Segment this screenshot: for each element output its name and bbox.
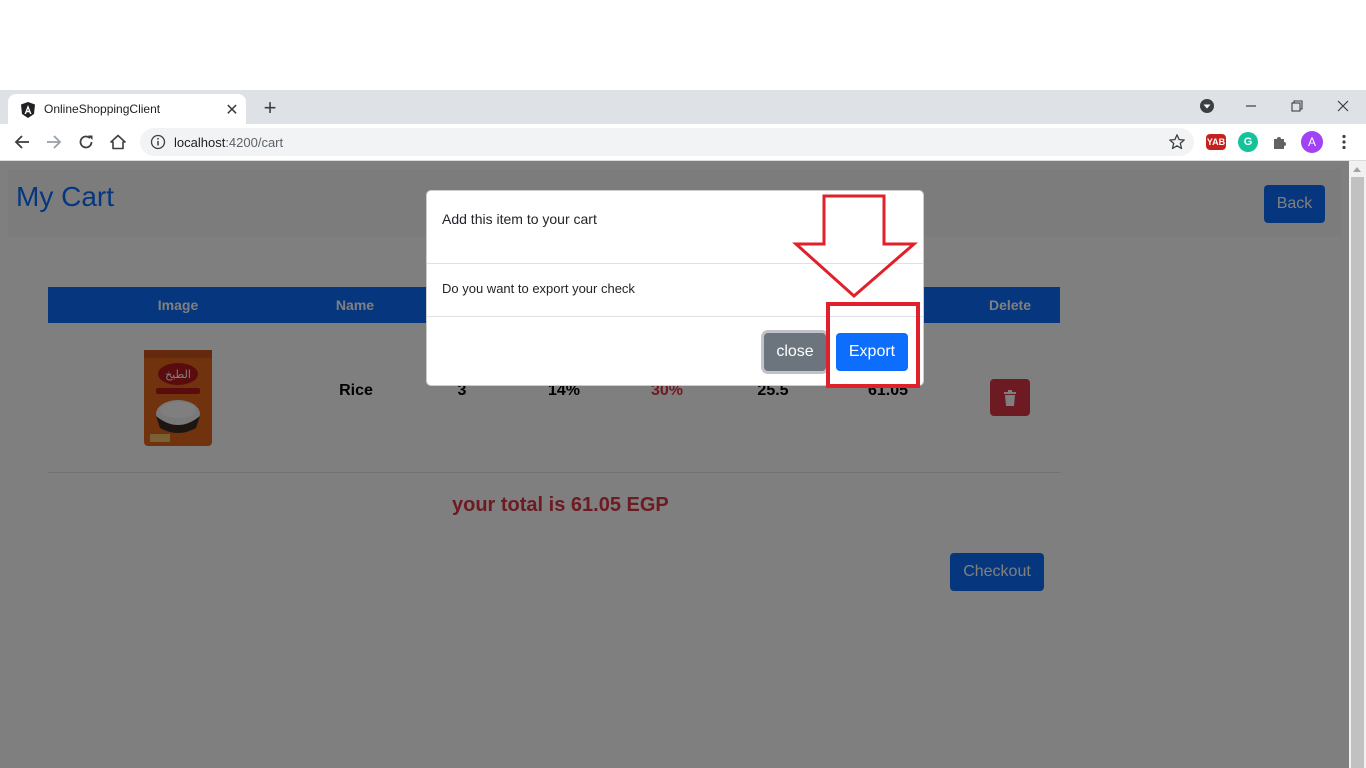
screen-margin	[0, 0, 1366, 90]
angular-icon	[21, 102, 35, 118]
reload-icon[interactable]	[74, 130, 98, 154]
tab-search-icon[interactable]	[1195, 96, 1219, 116]
close-button[interactable]: close	[764, 333, 826, 371]
bookmark-star-icon[interactable]	[1168, 133, 1186, 151]
grammarly-icon[interactable]: G	[1238, 132, 1258, 152]
forward-arrow-icon[interactable]	[42, 130, 66, 154]
browser-tabstrip: OnlineShoppingClient ✕	[0, 90, 1366, 124]
modal-footer-divider	[427, 316, 923, 317]
extension-yab-label: YAB	[1206, 137, 1226, 147]
extensions-puzzle-icon[interactable]	[1268, 130, 1292, 154]
tab-title: OnlineShoppingClient	[44, 102, 161, 116]
address-bar[interactable]: localhost:4200/cart	[140, 128, 1194, 156]
page-scrollbar[interactable]	[1349, 161, 1366, 768]
url-text: localhost:4200/cart	[174, 135, 283, 150]
profile-initial: A	[1307, 135, 1316, 149]
extension-yab-icon[interactable]: YAB	[1206, 134, 1226, 150]
home-icon[interactable]	[106, 130, 130, 154]
modal-body: Do you want to export your check	[442, 281, 635, 296]
profile-avatar[interactable]: A	[1301, 131, 1323, 153]
browser-menu-icon[interactable]	[1332, 130, 1356, 154]
modal-title: Add this item to your cart	[442, 211, 597, 227]
restore-icon[interactable]	[1285, 96, 1309, 116]
modal-header-divider	[427, 263, 923, 264]
window-close-icon[interactable]	[1331, 96, 1355, 116]
site-info-icon[interactable]	[150, 134, 166, 150]
browser-toolbar: localhost:4200/cart YAB G A	[0, 124, 1366, 161]
back-arrow-icon[interactable]	[10, 130, 34, 154]
browser-tab[interactable]: OnlineShoppingClient ✕	[8, 94, 246, 124]
scroll-thumb[interactable]	[1351, 177, 1364, 768]
export-dialog: Add this item to your cart Do you want t…	[426, 190, 924, 386]
url-path: :4200/cart	[225, 135, 284, 150]
scroll-up-arrow-icon[interactable]	[1353, 167, 1361, 172]
url-host: localhost	[174, 135, 226, 150]
tab-close-icon[interactable]: ✕	[222, 100, 242, 120]
export-button[interactable]: Export	[836, 333, 908, 371]
minimize-icon[interactable]	[1239, 96, 1263, 116]
new-tab-icon[interactable]: +	[258, 95, 282, 120]
